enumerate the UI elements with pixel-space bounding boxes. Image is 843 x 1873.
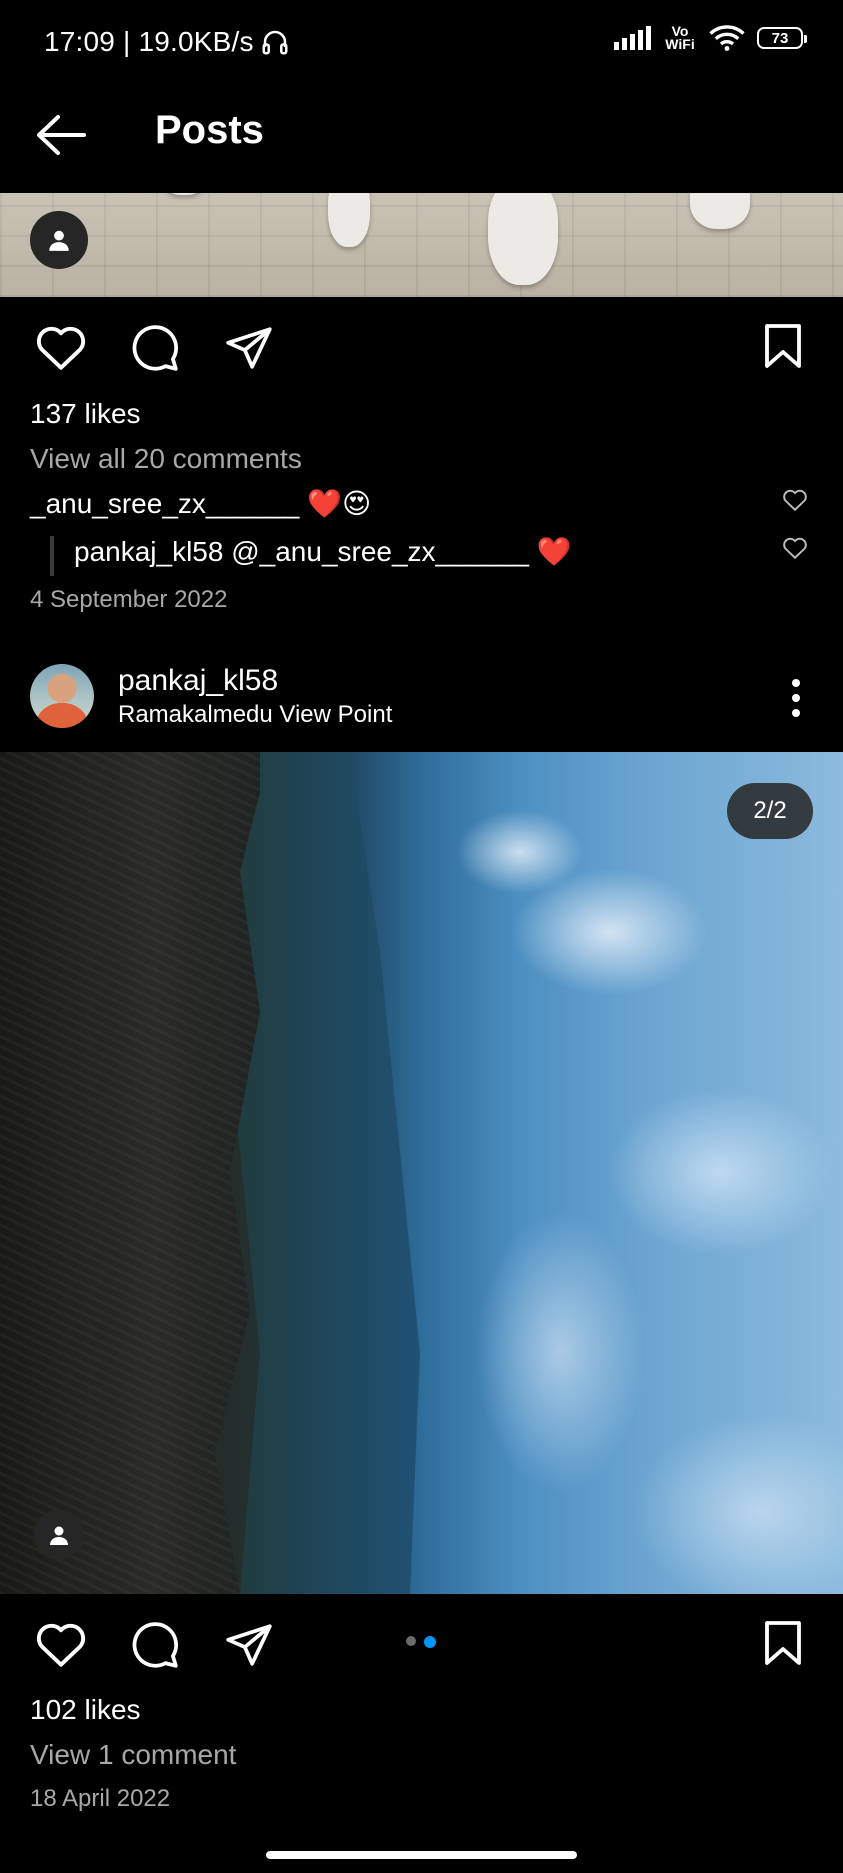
battery-indicator: 73 bbox=[757, 27, 807, 49]
wifi-icon bbox=[709, 25, 745, 51]
post1-comment-1: _anu_sree_zx______ ❤️😍 bbox=[30, 488, 372, 519]
page-title: Posts bbox=[155, 108, 264, 152]
post2-likes[interactable]: 102 likes bbox=[30, 1694, 141, 1726]
carousel-dots bbox=[406, 1636, 436, 1648]
carousel-dot bbox=[406, 1636, 416, 1646]
post2-image[interactable] bbox=[0, 752, 843, 1594]
status-bar-left: 17:09 | 19.0KB/s bbox=[44, 26, 290, 58]
reply-username[interactable]: pankaj_kl58 bbox=[74, 536, 223, 567]
share-send-icon[interactable] bbox=[224, 1622, 274, 1668]
reply-like-heart-icon[interactable] bbox=[782, 536, 808, 560]
post1-image[interactable] bbox=[0, 193, 843, 297]
post1-reply-1: pankaj_kl58 @_anu_sree_zx______ ❤️ bbox=[74, 535, 572, 568]
headphones-icon bbox=[262, 30, 288, 55]
more-options-icon[interactable] bbox=[786, 678, 806, 718]
post2-view-comments[interactable]: View 1 comment bbox=[30, 1739, 236, 1771]
status-time-speed: 17:09 | 19.0KB/s bbox=[44, 26, 254, 57]
share-send-icon[interactable] bbox=[224, 325, 274, 371]
reply-text: @_anu_sree_zx______ ❤️ bbox=[223, 536, 572, 567]
bookmark-icon[interactable] bbox=[762, 1619, 804, 1667]
comment-like-heart-icon[interactable] bbox=[782, 488, 808, 512]
home-indicator[interactable] bbox=[266, 1851, 577, 1859]
like-heart-icon[interactable] bbox=[34, 1620, 88, 1668]
comment-icon[interactable] bbox=[130, 323, 180, 373]
reply-thread-line bbox=[50, 536, 54, 576]
tagged-users-button-2[interactable] bbox=[34, 1510, 84, 1560]
carousel-dot-active bbox=[424, 1636, 436, 1648]
back-arrow-icon[interactable] bbox=[34, 113, 88, 157]
like-heart-icon[interactable] bbox=[34, 323, 88, 371]
person-icon bbox=[49, 230, 69, 251]
post2-avatar[interactable] bbox=[30, 664, 94, 728]
person-icon bbox=[50, 1526, 68, 1545]
comment-icon[interactable] bbox=[130, 1620, 180, 1670]
post2-date: 18 April 2022 bbox=[30, 1785, 171, 1812]
post1-view-comments[interactable]: View all 20 comments bbox=[30, 443, 302, 475]
tagged-users-button[interactable] bbox=[30, 211, 88, 269]
image-counter-badge: 2/2 bbox=[727, 783, 813, 839]
vowifi-label: Vo WiFi bbox=[665, 23, 695, 52]
post2-location[interactable]: Ramakalmedu View Point bbox=[118, 701, 392, 729]
bookmark-icon[interactable] bbox=[762, 322, 804, 370]
status-bar-right: Vo WiFi 73 bbox=[614, 23, 807, 52]
post2-username[interactable]: pankaj_kl58 bbox=[118, 664, 278, 698]
signal-icon bbox=[614, 26, 651, 50]
post1-likes[interactable]: 137 likes bbox=[30, 398, 141, 430]
post1-date: 4 September 2022 bbox=[30, 586, 228, 613]
